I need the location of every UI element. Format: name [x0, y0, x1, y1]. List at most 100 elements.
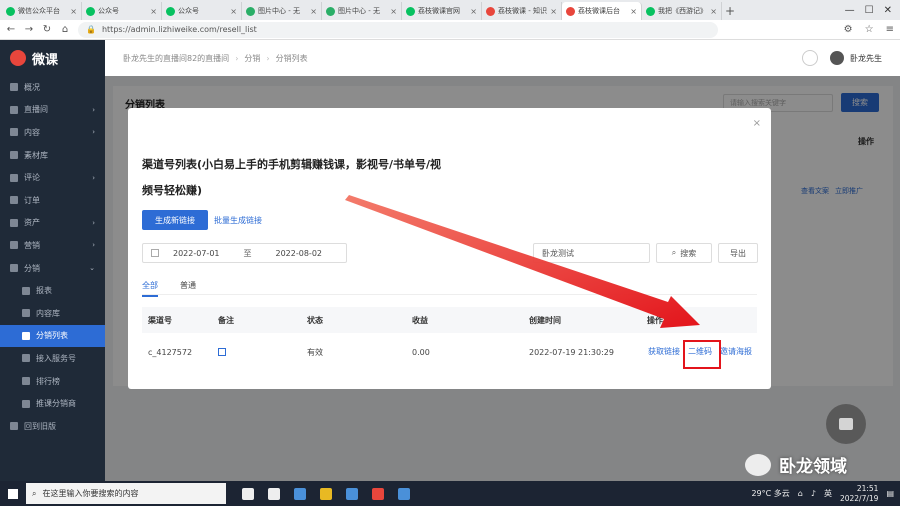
menu-icon: [10, 241, 18, 250]
sidebar-item-label: 资产: [24, 218, 40, 228]
file-explorer-icon[interactable]: [320, 487, 332, 500]
customer-service-button[interactable]: [826, 404, 866, 444]
home-icon[interactable]: ⌂: [60, 24, 70, 35]
sidebar-item[interactable]: 推课分销商: [0, 392, 105, 415]
search-button[interactable]: ⌕ 搜索: [656, 243, 712, 263]
browser-tab[interactable]: 荔枝微课官网 ×: [402, 2, 482, 20]
sidebar-item[interactable]: 接入服务号: [0, 347, 105, 370]
column-header: 备注: [218, 315, 234, 325]
keyword-input[interactable]: 卧龙测试: [533, 243, 650, 263]
invite-poster-link[interactable]: 邀请海报: [720, 346, 752, 357]
sidebar-item[interactable]: 分销列表: [0, 324, 105, 348]
remark-edit[interactable]: [218, 338, 226, 366]
breadcrumb-item[interactable]: 分销: [244, 53, 260, 64]
search-icon: ⌕: [671, 248, 677, 257]
taskbar-search[interactable]: ⌕ 在这里输入你要搜索的内容: [26, 483, 226, 504]
sidebar-item[interactable]: 回到旧版: [0, 415, 105, 438]
tab-close-icon[interactable]: ×: [630, 7, 637, 16]
menu-icon: [22, 331, 30, 340]
sidebar-item[interactable]: 素材库: [0, 144, 105, 167]
user-menu[interactable]: 卧龙先生: [830, 51, 882, 65]
tab-normal[interactable]: 普通: [180, 280, 196, 291]
sidebar-item[interactable]: 资产 ›: [0, 212, 105, 235]
sidebar-item[interactable]: 内容库: [0, 302, 105, 325]
new-tab-button[interactable]: +: [722, 2, 738, 20]
tab-favicon-icon: [246, 6, 255, 16]
network-icon[interactable]: ⌂: [798, 489, 803, 498]
browser-tab[interactable]: 公众号 ×: [82, 2, 162, 20]
sidebar-item-label: 推课分销商: [36, 399, 76, 409]
clock[interactable]: 21:51 2022/7/19: [840, 484, 878, 504]
sidebar-item[interactable]: 排行榜: [0, 370, 105, 393]
favorites-icon[interactable]: ☆: [865, 24, 874, 35]
export-button[interactable]: 导出: [718, 243, 758, 263]
close-icon[interactable]: ×: [753, 118, 761, 129]
browser-tab[interactable]: 公众号 ×: [162, 2, 242, 20]
sidebar-item[interactable]: 直播间 ›: [0, 99, 105, 122]
start-button[interactable]: [0, 481, 26, 506]
volume-icon[interactable]: ♪: [811, 489, 816, 498]
forward-icon[interactable]: →: [24, 24, 34, 35]
browser-tab[interactable]: 荔枝微课 - 知识 ×: [482, 2, 562, 20]
tab-favicon-icon: [486, 6, 495, 16]
close-window-icon[interactable]: ✕: [884, 5, 892, 16]
logo-icon: [10, 50, 26, 66]
browser-tab[interactable]: 图片中心 - 无 ×: [242, 2, 322, 20]
sidebar-item[interactable]: 报表: [0, 279, 105, 302]
tab-all[interactable]: 全部: [142, 280, 158, 297]
weather-text[interactable]: 29°C 多云: [751, 488, 789, 499]
breadcrumb-separator: ›: [235, 53, 239, 63]
notification-center-icon[interactable]: ▤: [886, 489, 894, 498]
maximize-icon[interactable]: ☐: [865, 5, 874, 16]
tab-close-icon[interactable]: ×: [70, 7, 77, 16]
sidebar-item[interactable]: 订单: [0, 189, 105, 212]
browser-tab[interactable]: 荔枝微课后台 ×: [562, 2, 642, 20]
browser-tab-bar: 微信公众平台 × 公众号 × 公众号 × 图片中心 - 无 × 图片中心 - 无 × 荔枝微课官网 ×…: [0, 0, 900, 20]
date-range-picker[interactable]: 2022-07-01 至 2022-08-02: [142, 243, 347, 263]
task-view-icon[interactable]: [268, 487, 280, 500]
extensions-icon[interactable]: ⚙: [844, 24, 853, 35]
browser-tab[interactable]: 微信公众平台 ×: [2, 2, 82, 20]
channel-id: c_4127572: [148, 347, 193, 357]
sidebar-item-label: 直播间: [24, 105, 48, 115]
breadcrumb-item[interactable]: 卧龙先生的直播间82的直播间: [123, 53, 229, 64]
tab-close-icon[interactable]: ×: [710, 7, 717, 16]
app-icon[interactable]: [398, 487, 410, 500]
get-link[interactable]: 获取链接: [648, 346, 680, 357]
sidebar-item[interactable]: 分销 ⌄: [0, 257, 105, 280]
chevron-icon: ›: [92, 218, 95, 227]
sidebar-item[interactable]: 营销 ›: [0, 234, 105, 257]
menu-icon[interactable]: ≡: [886, 24, 894, 35]
start-date[interactable]: 2022-07-01: [173, 249, 220, 258]
tab-close-icon[interactable]: ×: [550, 7, 557, 16]
edge-icon[interactable]: [294, 487, 306, 500]
tab-close-icon[interactable]: ×: [390, 7, 397, 16]
back-icon[interactable]: ←: [6, 24, 16, 35]
filter-tabs: 全部 普通: [142, 280, 196, 297]
minimize-icon[interactable]: —: [845, 5, 855, 16]
edit-icon[interactable]: [218, 348, 226, 356]
menu-icon: [22, 309, 30, 318]
batch-create-link[interactable]: 批量生成链接: [214, 215, 262, 226]
sidebar-item[interactable]: 评论 ›: [0, 166, 105, 189]
notification-icon[interactable]: [802, 50, 818, 66]
tab-close-icon[interactable]: ×: [310, 7, 317, 16]
sidebar-item-label: 分销: [24, 263, 40, 273]
sidebar-item-label: 排行榜: [36, 376, 60, 386]
reload-icon[interactable]: ↻: [42, 24, 52, 35]
store-icon[interactable]: [346, 487, 358, 500]
sidebar-item[interactable]: 内容 ›: [0, 121, 105, 144]
browser-icon[interactable]: [372, 487, 384, 500]
sidebar-item[interactable]: 概况: [0, 76, 105, 99]
tab-close-icon[interactable]: ×: [230, 7, 237, 16]
url-field[interactable]: 🔒 https://admin.lizhiweike.com/resell_li…: [78, 21, 718, 38]
browser-tab[interactable]: 我把《西游记》 ×: [642, 2, 722, 20]
browser-tab[interactable]: 图片中心 - 无 ×: [322, 2, 402, 20]
cortana-icon[interactable]: [242, 487, 254, 500]
end-date[interactable]: 2022-08-02: [276, 249, 323, 258]
ime-indicator[interactable]: 英: [824, 488, 832, 499]
channel-list-modal: × 渠道号列表(小白易上手的手机剪辑赚钱课，影视号/书单号/视频号轻松赚) 生成…: [128, 108, 771, 389]
tab-close-icon[interactable]: ×: [150, 7, 157, 16]
tab-close-icon[interactable]: ×: [470, 7, 477, 16]
create-link-button[interactable]: 生成新链接: [142, 210, 208, 230]
